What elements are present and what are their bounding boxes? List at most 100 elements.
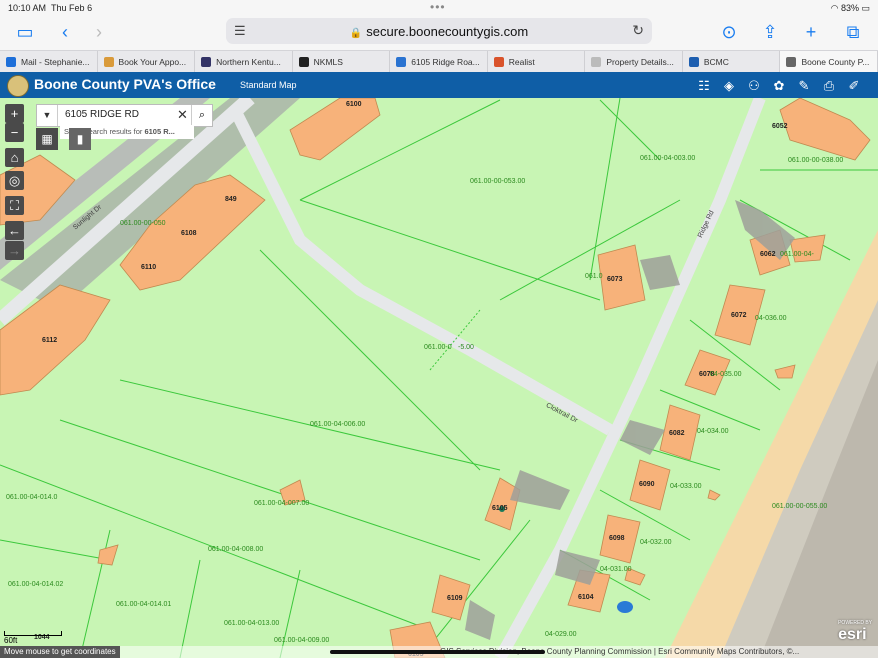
house-number-label: 6062: [760, 251, 776, 258]
parcel-id-label: 04-035.00: [710, 371, 742, 378]
lock-icon: 🔒: [349, 28, 363, 39]
favicon-icon: [493, 57, 504, 67]
reload-icon[interactable]: ↻: [632, 22, 644, 39]
forward-icon[interactable]: ›: [88, 22, 110, 42]
browser-tab[interactable]: Northern Kentu...: [195, 51, 293, 73]
app-tools: ☷ ◈ ⚇ ✿ ✎ ⎙ ✐: [689, 77, 864, 95]
back-icon[interactable]: ‹: [54, 22, 76, 42]
multitask-dots[interactable]: •••: [430, 0, 446, 14]
basemap-gallery-icon[interactable]: ▦: [36, 128, 58, 150]
parcel-id-label: 061.00-04-006.00: [310, 421, 366, 428]
browser-tab[interactable]: NKMLS: [293, 51, 391, 73]
parcel-id-label: 04-032.00: [640, 539, 672, 546]
tab-label: Mail - Stephanie...: [21, 57, 90, 67]
zoom-out-icon[interactable]: −: [5, 123, 24, 142]
esri-logo: POWERED BY esri: [838, 620, 872, 643]
tab-label: NKMLS: [313, 57, 343, 67]
browser-tab[interactable]: Mail - Stephanie...: [0, 51, 98, 73]
parcel-id-label: 04-031.00: [600, 566, 632, 573]
house-number-label: 6098: [609, 535, 625, 542]
browser-tab[interactable]: Boone County P...: [780, 51, 878, 73]
new-tab-icon[interactable]: +: [800, 22, 822, 42]
book-icon[interactable]: ▮: [69, 128, 91, 150]
layer-list-icon[interactable]: ☷: [694, 78, 714, 94]
parcel-id-label: 061.00-00-050: [120, 220, 166, 227]
tab-label: BCMC: [703, 57, 729, 67]
binoculars-icon[interactable]: ⚇: [744, 78, 764, 94]
parcel-id-label: 04-029.00: [545, 631, 577, 638]
parcel-id-label: 061.00-04-008.00: [208, 546, 264, 553]
parcel-id-label: 061.00-04-014.0: [6, 494, 58, 501]
home-icon[interactable]: ⌂: [5, 148, 24, 167]
parcel-id-label: 04-036.00: [755, 315, 787, 322]
layers-icon[interactable]: ◈: [719, 78, 739, 94]
edit-icon[interactable]: ✐: [844, 78, 864, 94]
tabs-overview-icon[interactable]: ⧉: [842, 22, 864, 42]
browser-tab[interactable]: 6105 Ridge Roa...: [390, 51, 488, 73]
favicon-icon: [786, 57, 797, 67]
tab-label: Realist: [508, 57, 535, 67]
parcel-id-label: 04-033.00: [670, 483, 702, 490]
parcel-id-label: 061.00-04-014.02: [8, 581, 64, 588]
browser-tab[interactable]: Property Details...: [585, 51, 683, 73]
house-number-label: 6052: [772, 123, 788, 130]
parcel-id-label: 061.00-00-038.00: [788, 157, 844, 164]
next-extent-icon[interactable]: →: [5, 241, 24, 260]
parcel-id-label: 061.00-04-009.00: [274, 637, 330, 644]
parcel-id-label: 061.00-00-053.00: [470, 178, 526, 185]
fullscreen-icon[interactable]: ⛶: [5, 196, 24, 215]
url-text: secure.boonecountygis.com: [366, 24, 529, 39]
tab-label: Boone County P...: [801, 57, 870, 67]
house-number-label: 6100: [346, 101, 362, 108]
wifi-icon: ◠: [830, 3, 839, 13]
browser-tab[interactable]: Book Your Appo...: [98, 51, 196, 73]
sidebar-icon[interactable]: ▭: [14, 22, 36, 42]
zoom-in-icon[interactable]: +: [5, 104, 24, 123]
favicon-icon: [688, 57, 699, 67]
measure-icon[interactable]: ✎: [794, 78, 814, 94]
map-canvas: [0, 98, 878, 658]
search-input[interactable]: 6105 RIDGE RD: [65, 109, 139, 120]
print-icon[interactable]: ⎙: [819, 78, 839, 94]
battery-level: ◠ 83% ▭: [830, 3, 870, 13]
parcel-id-label: 061.00-04-007.00: [254, 500, 310, 507]
house-number-label: 6072: [731, 312, 747, 319]
parcel-id-label: 061.00-04-003.00: [640, 155, 696, 162]
favicon-icon: [6, 57, 16, 67]
browser-tab[interactable]: BCMC: [683, 51, 781, 73]
parcel-id-label: 061.00-00-055.00: [772, 503, 828, 510]
house-number-label: 6108: [181, 230, 197, 237]
house-number-label: 6090: [639, 481, 655, 488]
house-number-label: 6104: [578, 594, 594, 601]
house-number-label: 849: [225, 196, 237, 203]
home-indicator[interactable]: [330, 650, 545, 654]
search-widget: ▼ 6105 RIDGE RD ✕ ⌕: [36, 104, 213, 127]
share-icon[interactable]: ⇪: [759, 22, 781, 42]
parcel-id-label: -5.00: [458, 344, 474, 351]
palette-icon[interactable]: ✿: [769, 78, 789, 94]
parcel-id-label: 061.00-0: [424, 344, 452, 351]
parcel-id-label: 061.00-04-014.01: [116, 601, 172, 608]
tab-label: Book Your Appo...: [118, 57, 187, 67]
tab-label: Property Details...: [606, 57, 674, 67]
house-number-label: 6109: [447, 595, 463, 602]
previous-extent-icon[interactable]: ←: [5, 221, 24, 240]
favicon-icon: [103, 57, 114, 67]
downloads-icon[interactable]: ⊙: [718, 22, 740, 42]
favicon-icon: [396, 57, 407, 67]
parcel-id-label: 061.00-04-: [780, 251, 814, 258]
search-icon[interactable]: ⌕: [191, 105, 212, 126]
map-view[interactable]: 6100 6052 849 6108 6110 6112 6073 6062 6072 6078 6…: [0, 98, 878, 658]
basemap-label[interactable]: Standard Map: [240, 80, 297, 90]
coordinates-readout[interactable]: Move mouse to get coordinates: [0, 646, 120, 658]
county-seal-icon: [7, 75, 29, 97]
browser-tab[interactable]: Realist: [488, 51, 586, 73]
tab-bar: Mail - Stephanie... Book Your Appo... Nort…: [0, 50, 878, 74]
search-source-dropdown[interactable]: ▼: [37, 105, 58, 126]
house-number-label: 6105: [492, 505, 508, 512]
locate-icon[interactable]: ◎: [5, 171, 24, 190]
house-number-label: 6073: [607, 276, 623, 283]
address-bar[interactable]: ☰ 🔒 secure.boonecountygis.com ↻: [226, 18, 652, 44]
favicon-icon: [298, 57, 309, 67]
clear-icon[interactable]: ✕: [177, 107, 188, 123]
